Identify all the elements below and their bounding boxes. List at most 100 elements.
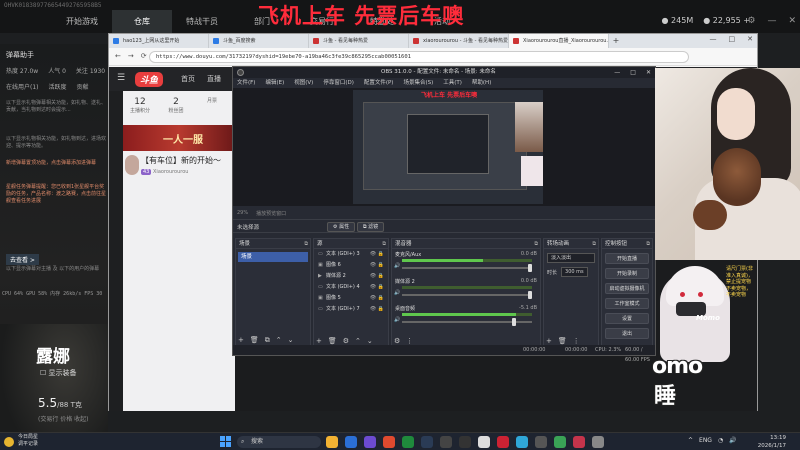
minimize-icon[interactable]: — [614, 67, 620, 78]
stat-fanclub[interactable]: 2 粉丝团 [161, 97, 191, 114]
app-icon[interactable] [554, 436, 566, 448]
search-input[interactable]: 搜索 [237, 436, 321, 448]
source-item[interactable]: ▭ 文本 (GDI+) 3 👁 🔒 [314, 249, 388, 260]
properties-button[interactable]: ⚙ 属性 [327, 222, 356, 232]
browser-tab[interactable]: xiaorourourou - 斗鱼 - 看见每种热爱 [409, 34, 509, 48]
app-icon[interactable] [440, 436, 452, 448]
menu-view[interactable]: 视图(V) [294, 78, 313, 88]
file-explorer-icon[interactable] [326, 436, 338, 448]
add-icon[interactable]: + [316, 337, 322, 345]
start-icon[interactable] [220, 436, 231, 447]
close-icon[interactable]: ✕ [646, 67, 651, 78]
source-item[interactable]: ▭ 文本 (GDI+) 7 👁 🔒 [314, 304, 388, 315]
minimize-icon[interactable]: — [767, 16, 776, 26]
clock[interactable]: 13:19 2026/1/17 [758, 434, 786, 450]
back-icon[interactable]: ← [115, 52, 121, 60]
avatar[interactable] [125, 155, 139, 175]
add-icon[interactable]: + [238, 336, 244, 345]
close-icon[interactable]: ✕ [788, 16, 796, 26]
duration-input[interactable]: 300 ms [561, 267, 588, 277]
douyu-app-icon[interactable] [497, 436, 509, 448]
speaker-icon[interactable]: 🔊 [394, 290, 400, 296]
source-item[interactable]: ▣ 图像 6 👁 🔒 [314, 260, 388, 271]
virtual-camera-button[interactable]: 启动虚拟摄像机 [605, 283, 649, 294]
menu-profile[interactable]: 配置文件(P) [364, 78, 394, 88]
stat-monthly-ticket[interactable]: 月票 [197, 97, 227, 104]
app-icon[interactable] [516, 436, 528, 448]
filter-icon[interactable]: ⧉ [265, 336, 270, 345]
speaker-icon[interactable]: 🔊 [394, 317, 400, 323]
network-icon[interactable]: ◔ [718, 437, 723, 444]
speaker-icon[interactable]: 🔊 [394, 263, 400, 269]
volume-slider[interactable] [402, 264, 532, 272]
browser-tab[interactable]: 斗鱼_百度搜索 [209, 34, 309, 48]
start-streaming-button[interactable]: 开始直播 [605, 253, 649, 264]
menu-scene-collection[interactable]: 场景集合(S) [403, 78, 433, 88]
menu-docks[interactable]: 停靠窗口(D) [323, 78, 354, 88]
source-item[interactable]: ▶ 媒体源 2 👁 🔒 [314, 271, 388, 282]
steam-icon[interactable] [421, 436, 433, 448]
teams-icon[interactable] [364, 436, 376, 448]
app-icon[interactable] [592, 436, 604, 448]
browser-tab[interactable]: hao123_上网从这里开始 [109, 34, 209, 48]
close-icon[interactable]: ✕ [747, 35, 753, 43]
browser-tab[interactable]: 斗鱼 - 看见每种热爱 [309, 34, 409, 48]
chevron-up-icon[interactable]: ^ [688, 437, 693, 444]
chevron-up-icon[interactable]: ⌃ [355, 337, 361, 345]
transition-select[interactable]: 淡入淡出 [547, 253, 595, 263]
preview-canvas[interactable]: 飞机上车 先票后车噢 [353, 90, 543, 204]
chevron-down-icon[interactable]: ⌄ [367, 337, 373, 345]
menu-help[interactable]: 帮助(H) [472, 78, 491, 88]
nav-live[interactable]: 直播 [207, 74, 221, 84]
obs-app-icon[interactable] [478, 436, 490, 448]
undock-icon[interactable]: ⧉ [534, 239, 538, 249]
app-icon[interactable] [573, 436, 585, 448]
undock-icon[interactable]: ⧉ [304, 239, 308, 249]
trash-icon[interactable]: 🗑 [250, 336, 259, 345]
refresh-icon[interactable]: ⟳ [141, 52, 147, 60]
menu-tools[interactable]: 工具(T) [443, 78, 462, 88]
minimize-icon[interactable]: — [710, 35, 717, 43]
chrome-icon[interactable] [402, 436, 414, 448]
undock-icon[interactable]: ⧉ [382, 239, 386, 249]
tab-online-users[interactable]: 在线用户(1) [6, 82, 39, 91]
office-icon[interactable] [383, 436, 395, 448]
source-item[interactable]: ▣ 图像 5 👁 🔒 [314, 293, 388, 304]
more-icon[interactable]: ⋮ [406, 337, 413, 345]
show-equipment-toggle[interactable]: ☐ 显示装备 [40, 368, 77, 378]
menu-file[interactable]: 文件(F) [237, 78, 255, 88]
url-field[interactable]: https://www.douyu.com/3173219?dyshid=19e… [149, 51, 689, 63]
douyu-logo[interactable]: 斗鱼 [135, 72, 164, 87]
menu-icon[interactable]: ☰ [117, 73, 125, 83]
app-icon[interactable] [459, 436, 471, 448]
trash-icon[interactable]: 🗑 [558, 337, 567, 345]
nav-operators[interactable]: 特战干员 [172, 10, 232, 33]
banner-image[interactable]: 一人一服 [123, 125, 235, 151]
maximize-icon[interactable]: □ [729, 35, 736, 43]
nav-warehouse[interactable]: 仓库 [112, 10, 172, 33]
new-tab-button[interactable]: + [609, 34, 623, 48]
more-icon[interactable]: ⋮ [573, 337, 580, 345]
start-recording-button[interactable]: 开始录制 [605, 268, 649, 279]
edge-icon[interactable] [345, 436, 357, 448]
volume-icon[interactable]: 🔊 [729, 437, 736, 444]
zoom-level[interactable]: 29% [237, 210, 248, 217]
nav-start-game[interactable]: 开始游戏 [52, 10, 112, 33]
app-icon[interactable] [535, 436, 547, 448]
trash-icon[interactable]: 🗑 [328, 337, 337, 345]
gear-icon[interactable]: ⚙ [394, 337, 400, 345]
settings-button[interactable]: 设置 [605, 313, 649, 324]
weather-icon[interactable] [4, 437, 14, 447]
undock-icon[interactable]: ⧉ [592, 239, 596, 249]
source-item[interactable]: ▭ 文本 (GDI+) 4 👁 🔒 [314, 282, 388, 293]
room-title[interactable]: 【有车位】新的开始～ [141, 155, 221, 166]
tab-contribution[interactable]: 贡献 [77, 82, 89, 91]
browser-tab-active[interactable]: Xiaorourourou直播_Xiaorourourou... [509, 34, 609, 48]
volume-slider[interactable] [402, 318, 532, 326]
check-button[interactable]: 去查看 > [6, 254, 39, 265]
streamer-name[interactable]: Xiaorourourou [153, 169, 188, 175]
coin-balance-2[interactable]: ● 22,955 + [703, 16, 750, 25]
volume-slider[interactable] [402, 291, 532, 299]
chevron-up-icon[interactable]: ⌃ [276, 336, 282, 345]
chevron-down-icon[interactable]: ⌄ [288, 336, 294, 345]
